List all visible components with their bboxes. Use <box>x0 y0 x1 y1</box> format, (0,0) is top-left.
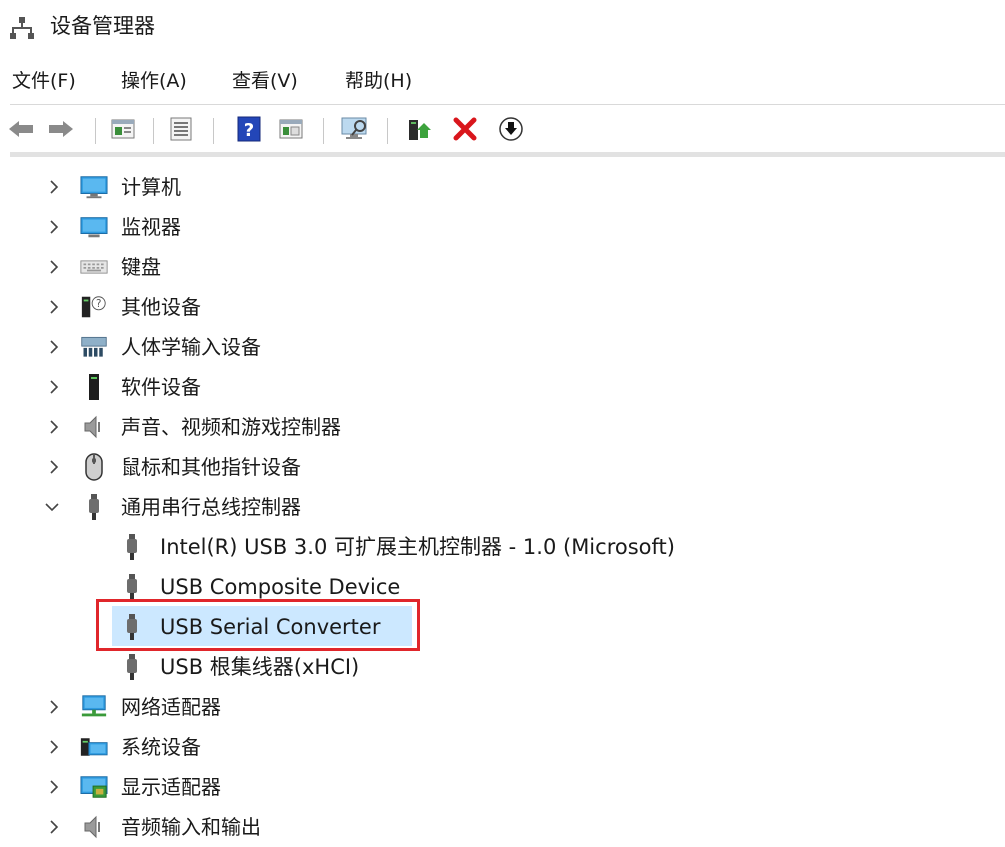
properties-icon[interactable] <box>108 114 138 144</box>
network-icon <box>80 693 108 721</box>
svg-text:?: ? <box>96 298 101 310</box>
tree-node-audio-io[interactable]: 音频输入和输出 <box>0 807 1005 847</box>
download-icon[interactable] <box>496 114 526 144</box>
tree-node-label: 鼠标和其他指针设备 <box>121 455 301 479</box>
monitor-icon <box>80 213 108 241</box>
toolbar-separator <box>153 118 154 144</box>
chevron-right-icon[interactable] <box>44 417 64 437</box>
toolbar-separator <box>95 118 96 144</box>
chevron-right-icon[interactable] <box>44 377 64 397</box>
scan-hardware-icon[interactable] <box>340 114 370 144</box>
tree-node-label: 显示适配器 <box>121 775 221 799</box>
audio-io-icon <box>80 813 108 841</box>
mouse-icon <box>80 453 108 481</box>
tree-node-label: 音频输入和输出 <box>121 815 261 839</box>
tree-leaf-intel-usb3-host[interactable]: Intel(R) USB 3.0 可扩展主机控制器 - 1.0 (Microso… <box>0 527 1005 567</box>
system-device-icon <box>80 733 108 761</box>
tree-node-mice[interactable]: 鼠标和其他指针设备 <box>0 447 1005 487</box>
tree-node-software-devices[interactable]: 软件设备 <box>0 367 1005 407</box>
display-adapter-icon <box>80 773 108 801</box>
chevron-right-icon[interactable] <box>44 817 64 837</box>
title-bar: 设备管理器 <box>0 0 1005 52</box>
toolbar: ? <box>0 108 1005 152</box>
tree-node-hid[interactable]: 人体学输入设备 <box>0 327 1005 367</box>
tree-node-label: 软件设备 <box>121 375 201 399</box>
tree-node-label: 监视器 <box>121 215 181 239</box>
tree-node-usb-controllers[interactable]: 通用串行总线控制器 <box>0 487 1005 527</box>
tree-node-label: Intel(R) USB 3.0 可扩展主机控制器 - 1.0 (Microso… <box>160 535 675 559</box>
tree-node-monitors[interactable]: 监视器 <box>0 207 1005 247</box>
tree-leaf-usb-root-hub[interactable]: USB 根集线器(xHCI) <box>0 647 1005 687</box>
chevron-right-icon[interactable] <box>44 217 64 237</box>
forward-icon[interactable] <box>46 114 76 144</box>
tree-node-label: 键盘 <box>121 255 161 279</box>
tree-node-system-devices[interactable]: 系统设备 <box>0 727 1005 767</box>
tree-node-label: 人体学输入设备 <box>121 335 261 359</box>
chevron-right-icon[interactable] <box>44 697 64 717</box>
tree-node-sound-video-game[interactable]: 声音、视频和游戏控制器 <box>0 407 1005 447</box>
view-icon[interactable] <box>276 114 306 144</box>
chevron-right-icon[interactable] <box>44 257 64 277</box>
toolbar-separator <box>387 118 388 144</box>
hid-icon <box>80 333 108 361</box>
chevron-right-icon[interactable] <box>44 737 64 757</box>
toolbar-divider <box>10 152 1005 157</box>
tree-node-label: 声音、视频和游戏控制器 <box>121 415 341 439</box>
chevron-right-icon[interactable] <box>44 777 64 797</box>
device-manager-icon <box>10 16 34 40</box>
update-driver-icon[interactable] <box>404 114 434 144</box>
svg-text:?: ? <box>244 120 254 141</box>
chevron-down-icon[interactable] <box>42 497 62 517</box>
menu-divider <box>10 104 1005 105</box>
menu-file[interactable]: 文件(F) <box>12 64 76 98</box>
tree-node-label: 其他设备 <box>121 295 201 319</box>
usb-icon <box>118 533 146 561</box>
usb-icon <box>118 573 146 601</box>
menu-view[interactable]: 查看(V) <box>232 64 298 98</box>
toolbar-separator <box>213 118 214 144</box>
computer-icon <box>80 173 108 201</box>
speaker-icon <box>80 413 108 441</box>
tree-node-keyboards[interactable]: 键盘 <box>0 247 1005 287</box>
tree-node-label: 系统设备 <box>121 735 201 759</box>
menu-help[interactable]: 帮助(H) <box>345 64 412 98</box>
help-icon[interactable]: ? <box>234 114 264 144</box>
uninstall-icon[interactable] <box>450 114 480 144</box>
menu-action[interactable]: 操作(A) <box>121 64 187 98</box>
tree-node-display-adapters[interactable]: 显示适配器 <box>0 767 1005 807</box>
annotation-highlight-box <box>96 599 420 651</box>
usb-icon <box>118 653 146 681</box>
software-device-icon <box>80 373 108 401</box>
back-icon[interactable] <box>6 114 36 144</box>
tree-node-computer[interactable]: 计算机 <box>0 167 1005 207</box>
chevron-right-icon[interactable] <box>44 337 64 357</box>
usb-icon <box>80 493 108 521</box>
chevron-right-icon[interactable] <box>44 457 64 477</box>
unknown-device-icon: ? <box>80 293 108 321</box>
tree-node-label: 通用串行总线控制器 <box>121 495 301 519</box>
tree-node-label: 计算机 <box>121 175 181 199</box>
toolbar-separator <box>323 118 324 144</box>
chevron-right-icon[interactable] <box>44 297 64 317</box>
menu-bar: 文件(F) 操作(A) 查看(V) 帮助(H) <box>0 64 1005 98</box>
tree-node-label: USB 根集线器(xHCI) <box>160 655 360 679</box>
list-icon[interactable] <box>166 114 196 144</box>
window-title: 设备管理器 <box>50 14 155 38</box>
keyboard-icon <box>80 253 108 281</box>
tree-node-network-adapters[interactable]: 网络适配器 <box>0 687 1005 727</box>
chevron-right-icon[interactable] <box>44 177 64 197</box>
tree-node-label: 网络适配器 <box>121 695 221 719</box>
tree-node-other-devices[interactable]: ? 其他设备 <box>0 287 1005 327</box>
